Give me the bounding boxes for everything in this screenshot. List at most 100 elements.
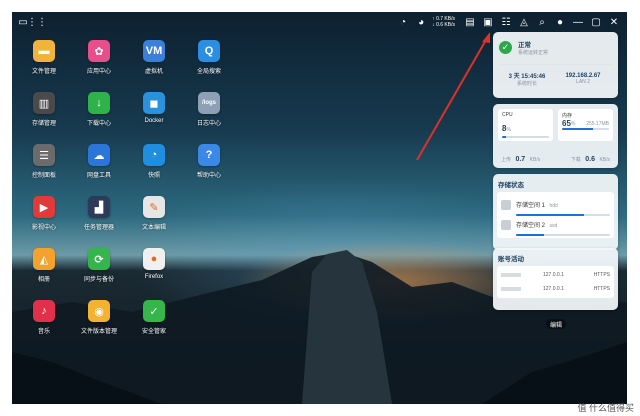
app-label: 存储管理 — [31, 121, 56, 127]
account-ip: 127.0.0.1 — [543, 272, 564, 278]
user-icon[interactable]: ● — [553, 15, 567, 29]
uptime-value: 3 天 15:45:46 — [508, 74, 546, 80]
storage-icon: ▥ — [33, 92, 55, 114]
upload-unit: KB/s — [529, 157, 541, 163]
app-label: 任务管理器 — [83, 225, 114, 231]
app-text-editor[interactable]: ✎ 文本编辑 — [124, 196, 184, 231]
system-status-widget[interactable]: ✓ 正常 系统运转正常 3 天 15:45:46 系统时长 192.168.2.… — [493, 32, 618, 98]
app-label: 快照 — [147, 173, 160, 179]
resource-monitor-widget[interactable]: CPU 8% 内存 65% 255.17MB 上传 0.7 KB/s 下载 0.6… — [493, 104, 618, 168]
app-label: 全局搜索 — [196, 69, 221, 75]
mem-unit: % — [570, 120, 576, 127]
firefox-icon: ● — [143, 248, 165, 270]
security-icon: ✓ — [143, 300, 165, 322]
app-snapshot[interactable]: ◔ 快照 — [124, 144, 184, 179]
app-label: 文件管理 — [31, 69, 56, 75]
app-file-version[interactable]: ◉ 文件版本管理 — [69, 300, 129, 335]
snapshot-icon: ◔ — [143, 144, 165, 166]
docker-icon: ◼ — [143, 92, 165, 114]
app-firefox[interactable]: ● Firefox — [124, 248, 184, 280]
account-protocol: HTTPS — [593, 286, 610, 292]
download-icon: ↓ — [88, 92, 110, 114]
app-video[interactable]: ▶ 影视中心 — [14, 196, 74, 231]
app-label: Docker — [144, 118, 164, 124]
app-help[interactable]: ? 帮助中心 — [179, 144, 239, 179]
mem-bar — [562, 128, 609, 130]
user-placeholder — [501, 287, 521, 291]
widgets-icon[interactable]: ▤ — [463, 15, 477, 29]
app-download[interactable]: ↓ 下载中心 — [69, 92, 129, 127]
app-control-panel[interactable]: ☰ 控制面板 — [14, 144, 74, 179]
app-docker[interactable]: ◼ Docker — [124, 92, 184, 124]
task-manager-icon: ▟ — [88, 196, 110, 218]
maximize-icon[interactable]: ▢ — [589, 15, 603, 29]
app-folder[interactable]: ▬ 文件管理 — [14, 40, 74, 75]
app-task-manager[interactable]: ▟ 任务管理器 — [69, 196, 129, 231]
app-search[interactable]: Q 全局搜索 — [179, 40, 239, 75]
status-title: 正常 — [518, 42, 531, 49]
gauge-icon[interactable]: ◔ — [396, 15, 410, 29]
storage-item[interactable]: 存储空间 1 hdd — [501, 195, 610, 216]
upload-value: 0.7 — [515, 156, 526, 163]
disk-icon — [501, 220, 511, 230]
ip-label: LAN 2 — [576, 79, 590, 85]
minimize-icon[interactable]: — — [571, 15, 585, 29]
account-row: 127.0.0.1 HTTPS — [501, 268, 610, 282]
uptime-label: 系统时长 — [516, 81, 537, 87]
net-speed: ↑ 0.7 KB/s ↓ 0.6 KB/s — [432, 16, 455, 28]
user-placeholder — [501, 273, 521, 277]
app-photos[interactable]: ◭ 相册 — [14, 248, 74, 283]
bell-icon[interactable]: ◬ — [517, 15, 531, 29]
storage-bar — [516, 234, 610, 236]
mem-total: 255.17MB — [586, 120, 609, 127]
gauge-icon-2[interactable]: ◕ — [414, 15, 428, 29]
app-music[interactable]: ♪ 音乐 — [14, 300, 74, 335]
net-down: 0.6 KB/s — [436, 22, 455, 28]
folder-icon: ▬ — [33, 40, 55, 62]
close-icon[interactable]: ✕ — [607, 15, 621, 29]
task-manager-icon[interactable]: ▣ — [481, 15, 495, 29]
app-label: 控制面板 — [31, 173, 56, 179]
app-label: 帮助中心 — [196, 173, 221, 179]
file-version-icon: ◉ — [88, 300, 110, 322]
text-editor-icon: ✎ — [143, 196, 165, 218]
storage-list: 存储空间 1 hdd 存储空间 2 ssd — [497, 192, 614, 238]
watermark: 值 什么值得买 — [577, 403, 634, 413]
search-icon[interactable]: ⌕ — [535, 15, 549, 29]
upload-label: 上传 — [501, 157, 512, 163]
control-icon[interactable]: ☷ — [499, 15, 513, 29]
app-storage[interactable]: ▥ 存储管理 — [14, 92, 74, 127]
app-grid-icon[interactable]: ⋮⋮ — [27, 15, 47, 29]
app-label: 文本编辑 — [141, 225, 166, 231]
app-label: 同步与备份 — [83, 277, 114, 283]
app-log[interactable]: /logs 日志中心 — [179, 92, 239, 127]
app-label: 日志中心 — [196, 121, 221, 127]
app-cloud-drive[interactable]: ☁ 网盘工具 — [69, 144, 129, 179]
control-panel-icon: ☰ — [33, 144, 55, 166]
mem-label: 内存 — [562, 113, 573, 119]
account-list: 127.0.0.1 HTTPS 127.0.0.1 HTTPS — [497, 266, 614, 298]
app-label: 影视中心 — [31, 225, 56, 231]
app-label: 相册 — [37, 277, 50, 283]
cpu-card: CPU 8% — [498, 109, 553, 141]
download-unit: KB/s — [599, 157, 610, 163]
app-label: 应用中心 — [86, 69, 111, 75]
storage-item[interactable]: 存储空间 2 ssd — [501, 215, 610, 236]
storage-item-name: 存储空间 1 — [516, 203, 546, 209]
download-value: 0.6 — [585, 156, 595, 163]
account-activity-widget[interactable]: 账号活动 127.0.0.1 HTTPS 127.0.0.1 HTTPS — [493, 248, 618, 310]
app-app-center[interactable]: ✿ 应用中心 — [69, 40, 129, 75]
photos-icon: ◭ — [33, 248, 55, 270]
app-security[interactable]: ✓ 安全管家 — [124, 300, 184, 335]
account-protocol: HTTPS — [593, 272, 610, 278]
storage-status-widget[interactable]: 存储状态 存储空间 1 hdd 存储空间 2 ssd — [493, 174, 618, 250]
mem-value: 65 — [562, 119, 571, 128]
app-sync[interactable]: ⟳ 同步与备份 — [69, 248, 129, 283]
top-taskbar: ▭ ⋮⋮ ◔ ◕ ↑ 0.7 KB/s ↓ 0.6 KB/s ▤ ▣ ☷ ◬ ⌕… — [12, 12, 627, 32]
edit-widgets-button[interactable]: 编辑 — [546, 319, 566, 329]
account-title: 账号活动 — [498, 256, 524, 263]
cloud-drive-icon: ☁ — [88, 144, 110, 166]
status-subtitle: 系统运转正常 — [518, 50, 549, 56]
app-label: 安全管家 — [141, 329, 166, 335]
app-vm[interactable]: VM 虚拟机 — [124, 40, 184, 75]
